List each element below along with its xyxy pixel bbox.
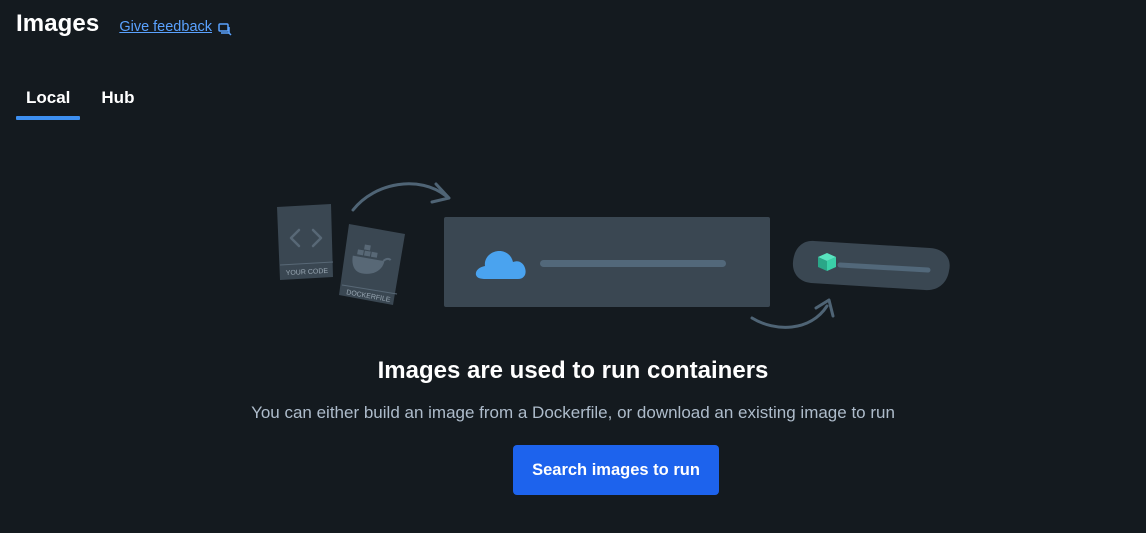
search-images-button[interactable]: Search images to run [513,445,719,495]
tab-bar: Local Hub [16,80,144,120]
cloud-icon [475,251,526,279]
page-header: Images Give feedback [16,10,232,38]
your-code-card: YOUR CODE [277,204,334,280]
give-feedback-label: Give feedback [119,19,213,35]
page-title: Images [16,10,100,37]
dockerfile-card: DOCKERFILE [339,224,405,305]
your-code-label: YOUR CODE [286,268,329,277]
bottom-arrow [750,298,835,329]
image-panel [444,217,770,307]
empty-state-subtitle: You can either build an image from a Doc… [251,403,895,422]
dockerfile-label: DOCKERFILE [346,289,392,304]
container-cube-icon [818,253,836,271]
give-feedback-link[interactable]: Give feedback [119,19,232,36]
code-brackets-icon [289,228,323,248]
docker-whale-icon [352,244,392,274]
empty-state-title: Images are used to run containers [377,357,769,384]
tab-local[interactable]: Local [16,80,81,120]
tab-hub[interactable]: Hub [91,80,144,120]
container-pill [792,240,950,291]
top-arrow [351,182,451,212]
images-page: Images Give feedback Local Hub YOUR CODE [0,0,1146,533]
chat-bubble-icon [218,22,232,36]
